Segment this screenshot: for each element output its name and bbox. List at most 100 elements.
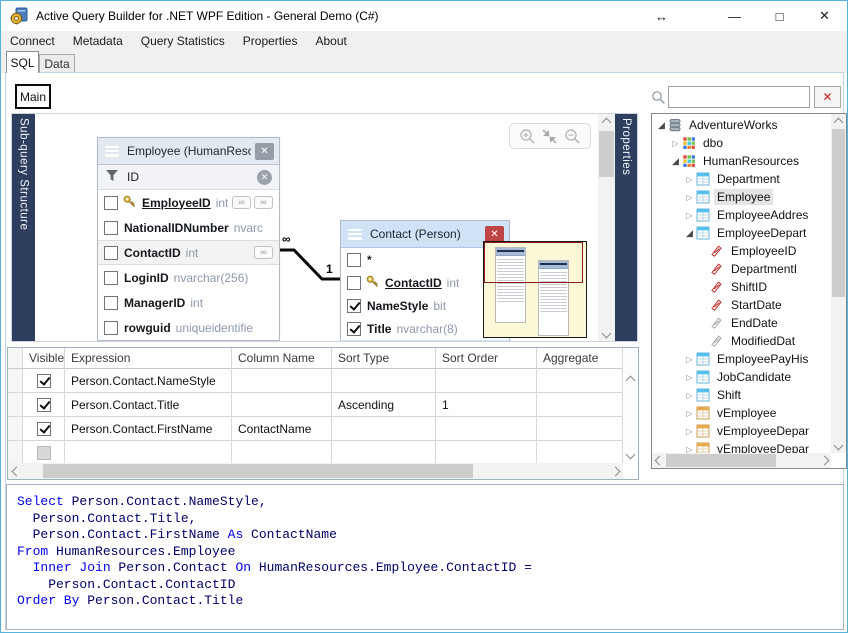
- tree-item-departmenti[interactable]: DepartmentI: [652, 260, 830, 278]
- tree-vertical-scrollbar[interactable]: [831, 114, 846, 453]
- zoom-out-button[interactable]: [564, 128, 581, 145]
- tree-item-shiftid[interactable]: ShiftID: [652, 278, 830, 296]
- scroll-right-icon[interactable]: [609, 463, 621, 479]
- field-checkbox[interactable]: [104, 296, 118, 310]
- close-button[interactable]: ✕: [802, 1, 847, 31]
- scrollbar-thumb[interactable]: [832, 129, 845, 297]
- tree-item-label[interactable]: Department: [714, 171, 783, 187]
- grid-header-sort-order[interactable]: Sort Order: [436, 348, 537, 369]
- grid-horizontal-scrollbar[interactable]: [8, 463, 623, 479]
- grid-header-column-name[interactable]: Column Name: [232, 348, 332, 369]
- grid-row[interactable]: [8, 441, 623, 465]
- zoom-in-button[interactable]: [519, 128, 536, 145]
- cell-column-name[interactable]: [232, 369, 332, 393]
- field-row-ContactID[interactable]: ContactID int: [98, 240, 279, 265]
- subquery-structure-tab[interactable]: Sub-query Structure: [12, 114, 35, 341]
- entity-titlebar[interactable]: Employee (HumanReso...: [98, 138, 279, 165]
- sql-editor[interactable]: Select Person.Contact.NameStyle, Person.…: [6, 484, 844, 630]
- cell-sort-order[interactable]: [436, 441, 537, 465]
- menu-icon[interactable]: [105, 146, 119, 157]
- menu-metadata[interactable]: Metadata: [64, 31, 132, 51]
- cell-sort-order[interactable]: [436, 369, 537, 393]
- tree-item-label[interactable]: JobCandidate: [714, 369, 794, 385]
- tree-item-vemployee[interactable]: ▷ vEmployee: [652, 404, 830, 422]
- grid-header-visible[interactable]: Visible: [23, 348, 65, 369]
- design-canvas[interactable]: Sub-query Structure Properties ∞ 1: [11, 113, 638, 342]
- tree-item-employeepayhis[interactable]: ▷ EmployeePayHis: [652, 350, 830, 368]
- grid-header-aggregate[interactable]: Aggregate: [537, 348, 623, 369]
- cell-column-name[interactable]: [232, 393, 332, 417]
- scroll-down-icon[interactable]: [598, 327, 615, 339]
- tab-data[interactable]: Data: [39, 54, 75, 73]
- scrollbar-thumb[interactable]: [43, 464, 473, 478]
- menu-icon[interactable]: [348, 229, 362, 240]
- tree-item-label[interactable]: vEmployee: [714, 405, 779, 421]
- scroll-up-icon[interactable]: [623, 374, 638, 386]
- collapse-arrow-icon[interactable]: ▷: [684, 427, 695, 436]
- field-checkbox[interactable]: [104, 271, 118, 285]
- cell-aggregate[interactable]: [537, 441, 623, 465]
- field-row-ManagerID[interactable]: ManagerID int: [98, 290, 279, 315]
- cell-sort-order[interactable]: [436, 417, 537, 441]
- grid-header-expression[interactable]: Expression: [65, 348, 232, 369]
- tree-item-enddate[interactable]: EndDate: [652, 314, 830, 332]
- menu-connect[interactable]: Connect: [1, 31, 64, 51]
- collapse-arrow-icon[interactable]: ▷: [684, 175, 695, 184]
- tree-item-label[interactable]: AdventureWorks: [686, 117, 780, 133]
- tree-item-label[interactable]: dbo: [700, 135, 726, 151]
- field-row-LoginID[interactable]: LoginID nvarchar(256): [98, 265, 279, 290]
- tree-item-employeedepart[interactable]: ◢ EmployeeDepart: [652, 224, 830, 242]
- expand-arrow-icon[interactable]: ◢: [684, 228, 695, 239]
- minimize-button[interactable]: —: [712, 1, 757, 31]
- clear-search-button[interactable]: [814, 86, 841, 108]
- field-row-rowguid[interactable]: rowguid uniqueidentifie: [98, 315, 279, 340]
- zoom-fit-button[interactable]: [541, 128, 558, 145]
- tree-item-label[interactable]: StartDate: [728, 297, 785, 313]
- cell-expression[interactable]: Person.Contact.NameStyle: [65, 369, 232, 393]
- tree-item-label[interactable]: ShiftID: [728, 279, 770, 295]
- field-checkbox[interactable]: [347, 322, 361, 336]
- cell-expression[interactable]: Person.Contact.Title: [65, 393, 232, 417]
- input-mode-icon[interactable]: ↔: [639, 1, 684, 31]
- collapse-arrow-icon[interactable]: ▷: [684, 355, 695, 364]
- scroll-up-icon[interactable]: [831, 116, 846, 128]
- close-icon[interactable]: [255, 143, 274, 160]
- main-query-tab[interactable]: Main: [15, 84, 51, 109]
- cell-expression[interactable]: Person.Contact.FirstName: [65, 417, 232, 441]
- tree-item-label[interactable]: EmployeeID: [728, 243, 799, 259]
- scrollbar-thumb[interactable]: [666, 454, 776, 467]
- grid-row[interactable]: Person.Contact.Title Ascending 1: [8, 393, 623, 417]
- scrollbar-thumb[interactable]: [599, 131, 614, 177]
- cell-column-name[interactable]: ContactName: [232, 417, 332, 441]
- tree-item-label[interactable]: EmployeeDepart: [714, 225, 809, 241]
- entity-window-employee[interactable]: Employee (HumanReso... ID EmployeeID int…: [97, 137, 280, 341]
- grid-header-sort-type[interactable]: Sort Type: [332, 348, 436, 369]
- tree-item-label[interactable]: HumanResources: [700, 153, 802, 169]
- field-row-FirstName[interactable]: FirstName nvarchar(50): [341, 340, 509, 342]
- cell-aggregate[interactable]: [537, 369, 623, 393]
- canvas-vertical-scrollbar[interactable]: [598, 114, 615, 341]
- tree-horizontal-scrollbar[interactable]: [652, 453, 831, 468]
- close-icon[interactable]: [485, 226, 504, 243]
- scroll-left-icon[interactable]: [653, 453, 665, 468]
- tree-item-label[interactable]: EmployeeAddres: [714, 207, 811, 223]
- tree-item-vemployeedepar[interactable]: ▷ vEmployeeDepar: [652, 440, 830, 453]
- tree-item-dbo[interactable]: ▷ dbo: [652, 134, 830, 152]
- field-filter-row[interactable]: ID: [98, 165, 279, 190]
- visible-checkbox[interactable]: [37, 422, 51, 436]
- scroll-left-icon[interactable]: [10, 463, 22, 479]
- scroll-right-icon[interactable]: [818, 453, 830, 468]
- tree-item-label[interactable]: DepartmentI: [728, 261, 800, 277]
- collapse-arrow-icon[interactable]: ▷: [684, 445, 695, 454]
- field-checkbox[interactable]: [347, 299, 361, 313]
- tree-item-label[interactable]: EndDate: [728, 315, 781, 331]
- cell-sort-type[interactable]: [332, 369, 436, 393]
- cell-sort-order[interactable]: 1: [436, 393, 537, 417]
- tree-item-employee[interactable]: ▷ Employee: [652, 188, 830, 206]
- overview-viewport-rect[interactable]: [484, 242, 583, 283]
- tree-item-startdate[interactable]: StartDate: [652, 296, 830, 314]
- tree-item-jobcandidate[interactable]: ▷ JobCandidate: [652, 368, 830, 386]
- tree-item-label[interactable]: vEmployeeDepar: [714, 441, 812, 453]
- tree-item-department[interactable]: ▷ Department: [652, 170, 830, 188]
- tree-item-employeeid[interactable]: EmployeeID: [652, 242, 830, 260]
